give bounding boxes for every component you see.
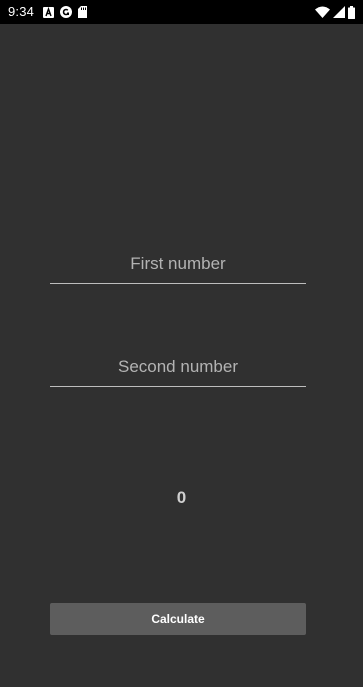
calculator-screen: 0 Calculate [0, 24, 363, 687]
wifi-icon [315, 6, 330, 18]
status-time: 9:34 [8, 4, 35, 19]
notification-icons [43, 6, 87, 18]
notification-a-icon [43, 6, 54, 18]
first-number-input[interactable] [50, 244, 306, 283]
notification-c-icon [60, 6, 72, 18]
second-number-field[interactable] [50, 347, 306, 387]
calculate-button[interactable]: Calculate [50, 603, 306, 635]
sd-card-icon [78, 6, 87, 18]
second-number-input[interactable] [50, 347, 306, 386]
cell-signal-icon [333, 6, 345, 18]
first-number-field[interactable] [50, 244, 306, 284]
status-bar: 9:34 [0, 0, 363, 24]
battery-icon [348, 5, 355, 19]
system-icons [315, 5, 355, 19]
result-text: 0 [176, 488, 187, 507]
